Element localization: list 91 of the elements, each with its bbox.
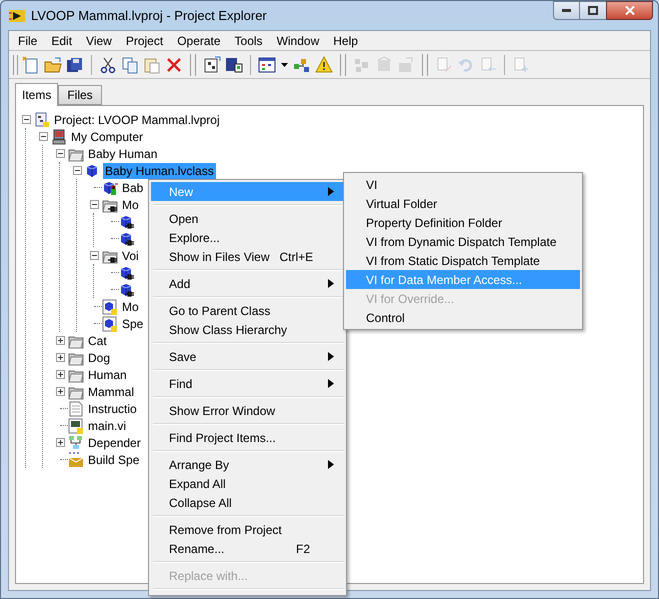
warning-icon[interactable] — [315, 56, 333, 74]
menu-item[interactable]: Project — [118, 32, 170, 50]
window-title: LVOOP Mammal.lvproj - Project Explorer — [31, 6, 267, 25]
tree-item[interactable]: Instructio — [86, 400, 139, 416]
expand-icon[interactable] — [56, 336, 64, 345]
expand-icon[interactable] — [56, 370, 64, 379]
save-all-icon[interactable] — [66, 56, 84, 74]
tree-item[interactable]: Build Spe — [86, 452, 142, 468]
restore-icon — [588, 6, 598, 15]
paste-icon[interactable] — [143, 56, 161, 74]
context-menu-item[interactable]: Go to Parent Class — [151, 301, 344, 320]
context-menu-item[interactable]: Show in Files View Ctrl+E — [151, 247, 344, 266]
collapse-icon[interactable] — [56, 149, 64, 158]
minimize-icon — [562, 9, 571, 12]
project-icon — [34, 112, 50, 128]
tree-item[interactable]: Bab — [120, 180, 146, 196]
context-menu-item[interactable]: Rename... F2 — [151, 539, 344, 558]
collapse-icon[interactable] — [72, 166, 82, 175]
cube-key-icon — [102, 180, 118, 196]
submenu-item[interactable]: Control — [346, 308, 580, 327]
tree-item[interactable]: Baby Human.lvclass — [103, 162, 216, 178]
maximize-button[interactable] — [580, 1, 606, 20]
tree-item[interactable]: Depender — [86, 434, 143, 450]
delete-icon[interactable] — [165, 56, 183, 74]
tab[interactable]: Items — [15, 83, 58, 106]
tree-item[interactable]: Dog — [86, 350, 112, 366]
computer-icon — [51, 128, 67, 144]
context-menu-item[interactable]: Explore... — [151, 228, 344, 247]
context-menu-item[interactable]: Arrange By — [151, 455, 344, 474]
menu-item[interactable]: Edit — [44, 32, 80, 50]
submenu-item[interactable]: Property Definition Folder — [346, 213, 580, 232]
context-menu-item[interactable]: Open — [151, 209, 344, 228]
tree-item[interactable]: Human — [86, 366, 129, 382]
cube-plug-icon — [119, 282, 135, 298]
cube-plug-icon — [119, 214, 135, 230]
vi-icon — [68, 418, 84, 434]
tree-item[interactable]: Baby Human — [86, 146, 160, 162]
cube-plug-icon — [119, 230, 135, 246]
tree-item[interactable]: Cat — [86, 332, 109, 348]
collapse-icon[interactable] — [22, 115, 30, 124]
vi-icon — [102, 298, 118, 314]
submenu-item[interactable]: VI — [346, 175, 580, 194]
context-menu-item[interactable]: Collapse All — [151, 493, 344, 512]
tree-item[interactable]: My Computer — [69, 128, 146, 144]
tree-item[interactable]: Spe — [120, 316, 146, 332]
expand-icon[interactable] — [56, 387, 64, 396]
context-menu-item[interactable]: Remove from Project — [151, 520, 344, 539]
dependencies-icon — [68, 434, 84, 450]
open-folder-icon[interactable] — [44, 56, 62, 74]
copy-icon[interactable] — [121, 56, 139, 74]
menu-item[interactable]: File — [11, 32, 44, 50]
close-icon — [624, 6, 634, 15]
minimize-button[interactable] — [553, 1, 580, 20]
grid-view-icon[interactable] — [258, 56, 276, 74]
tab[interactable]: Files — [58, 85, 102, 105]
collapse-icon[interactable] — [90, 200, 98, 209]
menu-item[interactable]: Tools — [228, 32, 270, 50]
tree-item[interactable]: Mo — [120, 196, 141, 212]
context-menu-item[interactable]: Show Class Hierarchy — [151, 320, 344, 339]
tree-item[interactable]: Mo — [120, 298, 141, 314]
context-menu-item[interactable]: Expand All — [151, 474, 344, 493]
context-menu-item[interactable]: Add — [151, 274, 344, 293]
context-menu-item[interactable]: Find — [151, 374, 344, 393]
collapse-icon[interactable] — [38, 132, 48, 141]
build-icon[interactable] — [203, 56, 221, 74]
save-build-icon[interactable] — [225, 56, 243, 74]
context-menu-item[interactable]: Show Error Window — [151, 401, 344, 420]
new-file-icon[interactable] — [22, 56, 40, 74]
cube-plug-icon — [119, 264, 135, 280]
tree-item[interactable]: Voi — [120, 248, 141, 264]
submenu-item[interactable]: Virtual Folder — [346, 194, 580, 213]
menu-item[interactable]: Help — [326, 32, 365, 50]
context-menu-item[interactable]: Save — [151, 347, 344, 366]
collapse-icon[interactable] — [90, 251, 98, 260]
tree-item[interactable]: Mammal — [86, 384, 136, 400]
cut-icon[interactable] — [99, 56, 117, 74]
tree-item[interactable]: main.vi — [86, 418, 128, 434]
text-file-icon — [68, 400, 84, 416]
submenu-item[interactable]: VI from Static Dispatch Template — [346, 251, 580, 270]
menu-item[interactable]: Operate — [170, 32, 228, 50]
expand-icon[interactable] — [56, 438, 64, 447]
tree-item[interactable]: Project: LVOOP Mammal.lvproj — [52, 112, 222, 128]
vi-icon — [102, 316, 118, 332]
menu-item[interactable]: View — [79, 32, 119, 50]
submenu-item[interactable]: VI from Dynamic Dispatch Template — [346, 232, 580, 251]
app-icon — [9, 8, 25, 24]
expand-icon[interactable] — [56, 353, 64, 362]
menu-item[interactable]: Window — [270, 32, 326, 50]
build-box-icon — [68, 452, 84, 468]
context-menu-item[interactable]: Find Project Items... — [151, 428, 344, 447]
close-button[interactable] — [606, 1, 653, 20]
